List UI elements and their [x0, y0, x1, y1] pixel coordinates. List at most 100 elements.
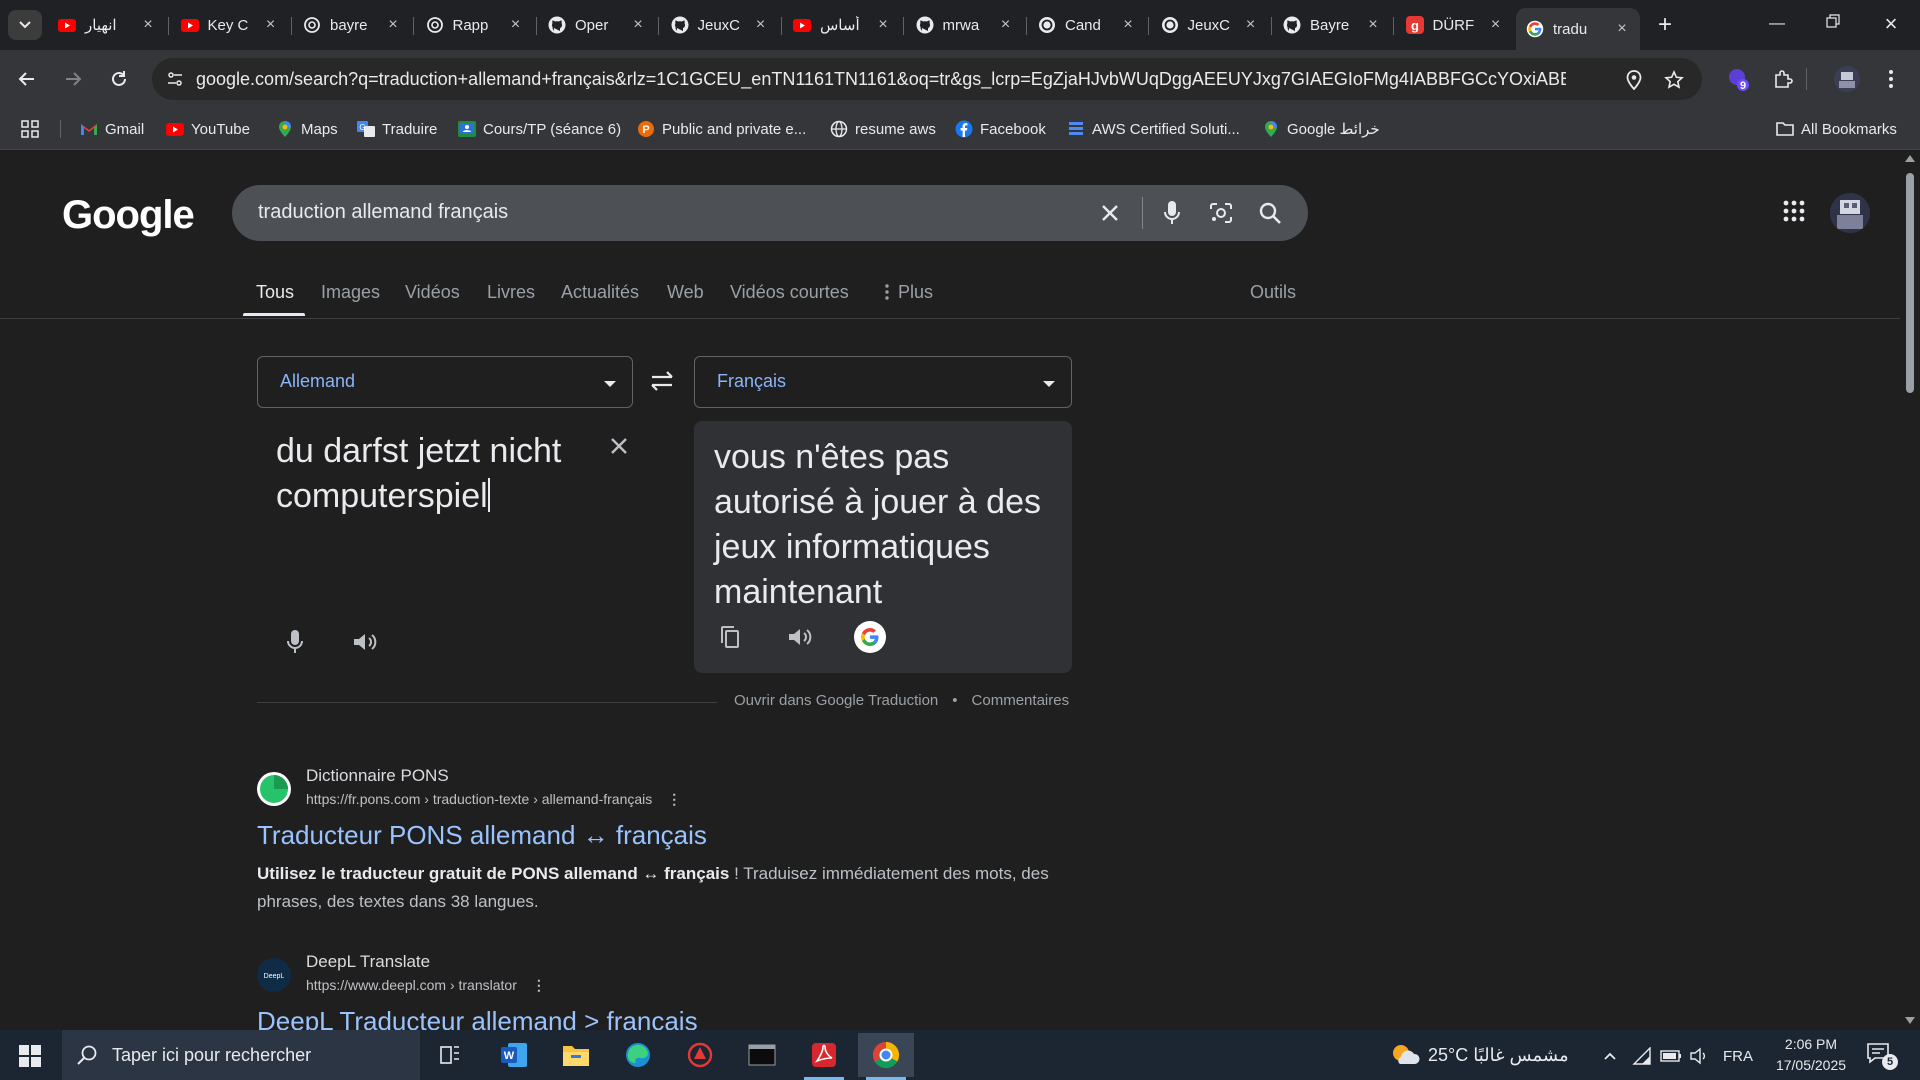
swap-languages-icon[interactable]	[648, 369, 678, 395]
bookmark-item[interactable]: Cours/TP (séance 6)	[458, 117, 621, 141]
profile-avatar[interactable]	[1832, 64, 1862, 94]
bookmark-item[interactable]: resume aws	[830, 117, 936, 141]
browser-tab[interactable]: g DÜRF ×	[1396, 9, 1514, 41]
close-tab-icon[interactable]: ×	[1120, 16, 1136, 34]
browser-tab[interactable]: أساس ×	[783, 9, 901, 41]
account-avatar[interactable]	[1830, 193, 1870, 233]
result-url[interactable]: https://www.deepl.com › translator ⋮	[306, 977, 549, 994]
close-tab-icon[interactable]: ×	[263, 16, 279, 34]
system-clock[interactable]: 2:06 PM 17/05/2025	[1766, 1034, 1856, 1076]
browser-tab[interactable]: Bayre ×	[1273, 9, 1391, 41]
wifi-icon[interactable]	[1630, 1045, 1654, 1067]
word-app-icon[interactable]: W	[486, 1033, 542, 1077]
file-explorer-icon[interactable]	[548, 1033, 604, 1077]
close-tab-icon[interactable]: ×	[1365, 16, 1381, 34]
clear-source-icon[interactable]	[608, 435, 636, 463]
back-button[interactable]	[12, 64, 42, 94]
result-more-icon[interactable]: ⋮	[664, 791, 684, 808]
result-url[interactable]: https://fr.pons.com › traduction-texte ›…	[306, 791, 684, 808]
tab-livres[interactable]: Livres	[487, 282, 535, 303]
tab-videos[interactable]: Vidéos	[405, 282, 460, 303]
browser-tab[interactable]: Oper ×	[538, 9, 656, 41]
tab-actualites[interactable]: Actualités	[561, 282, 639, 303]
taskbar-search-box[interactable]: Taper ici pour rechercher	[62, 1030, 420, 1080]
source-listen-icon[interactable]	[350, 627, 380, 657]
close-tab-icon[interactable]: ×	[508, 16, 524, 34]
source-mic-icon[interactable]	[280, 627, 310, 657]
scroll-thumb[interactable]	[1906, 173, 1914, 393]
chrome-menu-icon[interactable]	[1876, 64, 1906, 94]
browser-tab[interactable]: Key C ×	[171, 9, 289, 41]
close-tab-icon[interactable]: ×	[1488, 16, 1504, 34]
browser-tab[interactable]: Rapp ×	[416, 9, 534, 41]
google-logo[interactable]: Google	[62, 193, 195, 238]
tools-button[interactable]: Outils	[1250, 282, 1296, 303]
forward-button[interactable]	[58, 64, 88, 94]
result-site-name[interactable]: DeepL Translate	[306, 952, 430, 972]
search-input[interactable]: traduction allemand français	[258, 201, 508, 224]
browser-tab[interactable]: tradu ×	[1516, 8, 1640, 50]
target-language-select[interactable]: Français	[694, 356, 1072, 408]
location-pin-icon[interactable]	[1622, 68, 1646, 92]
source-text-input[interactable]: du darfst jetzt nicht computerspiel	[276, 429, 606, 519]
input-language-indicator[interactable]: FRA	[1718, 1045, 1758, 1067]
tab-videos-courtes[interactable]: Vidéos courtes	[730, 282, 849, 303]
extensions-puzzle-icon[interactable]	[1768, 64, 1798, 94]
close-tab-icon[interactable]: ×	[630, 16, 646, 34]
restore-button[interactable]	[1810, 6, 1856, 42]
all-bookmarks-button[interactable]: All Bookmarks	[1776, 117, 1897, 141]
tab-web[interactable]: Web	[667, 282, 704, 303]
bookmark-item[interactable]: AWS Certified Soluti...	[1067, 117, 1240, 141]
close-tab-icon[interactable]: ×	[385, 16, 401, 34]
result-title-link[interactable]: DeepL Traducteur allemand > français	[257, 1006, 698, 1030]
bookmark-item[interactable]: G Traduire	[357, 117, 437, 141]
close-tab-icon[interactable]: ×	[753, 16, 769, 34]
scroll-down-arrow[interactable]	[1905, 1017, 1915, 1024]
tray-chevron-up-icon[interactable]	[1598, 1045, 1622, 1067]
scroll-up-arrow[interactable]	[1905, 155, 1915, 162]
copy-icon[interactable]	[714, 621, 746, 653]
terminal-app-icon[interactable]	[734, 1033, 790, 1077]
chrome-app-icon[interactable]	[858, 1033, 914, 1080]
bookmark-item[interactable]: Google خرائط	[1262, 117, 1380, 141]
result-title-link[interactable]: Traducteur PONS allemand ↔ français	[257, 820, 707, 851]
close-tab-icon[interactable]: ×	[1614, 20, 1630, 38]
weather-widget[interactable]: 25°C مشمس غالبًا	[1390, 1042, 1569, 1068]
close-window-button[interactable]: ×	[1868, 6, 1914, 42]
browser-tab[interactable]: bayre ×	[293, 9, 411, 41]
close-tab-icon[interactable]: ×	[1243, 16, 1259, 34]
search-submit-icon[interactable]	[1256, 199, 1284, 227]
browser-tab[interactable]: JeuxC ×	[1151, 9, 1269, 41]
browser-tab[interactable]: انهيار ×	[48, 9, 166, 41]
browser-tab[interactable]: JeuxC ×	[661, 9, 779, 41]
acrobat-app-icon[interactable]	[796, 1033, 852, 1080]
reload-button[interactable]	[104, 64, 134, 94]
lens-search-icon[interactable]	[1207, 199, 1235, 227]
bookmark-item[interactable]: Facebook	[955, 117, 1046, 141]
bookmark-item[interactable]: YouTube	[166, 117, 250, 141]
address-bar[interactable]: google.com/search?q=traduction+allemand+…	[152, 58, 1702, 100]
volume-icon[interactable]	[1688, 1045, 1712, 1067]
tab-images[interactable]: Images	[321, 282, 380, 303]
result-site-name[interactable]: Dictionnaire PONS	[306, 766, 449, 786]
search-box[interactable]: traduction allemand français	[232, 185, 1308, 241]
bookmark-star-icon[interactable]	[1662, 68, 1686, 92]
apps-grid-icon[interactable]	[20, 117, 40, 141]
voice-search-icon[interactable]	[1158, 199, 1186, 227]
source-language-select[interactable]: Allemand	[257, 356, 633, 408]
tab-tous[interactable]: Tous	[256, 282, 294, 303]
notifications-icon[interactable]: 5	[1866, 1042, 1898, 1070]
open-in-translate-link[interactable]: Ouvrir dans Google Traduction	[734, 692, 938, 709]
browser-tab[interactable]: mrwa ×	[906, 9, 1024, 41]
minimize-button[interactable]: —	[1754, 6, 1800, 42]
site-info-icon[interactable]	[162, 66, 188, 92]
clear-search-icon[interactable]	[1096, 199, 1124, 227]
page-scrollbar[interactable]	[1900, 151, 1920, 1030]
target-listen-icon[interactable]	[784, 621, 816, 653]
edge-browser-icon[interactable]	[610, 1033, 666, 1077]
feedback-link[interactable]: Commentaires	[972, 692, 1070, 709]
new-tab-button[interactable]: +	[1650, 10, 1680, 40]
google-apps-icon[interactable]	[1782, 199, 1810, 227]
tab-search-button[interactable]	[8, 10, 42, 40]
close-tab-icon[interactable]: ×	[998, 16, 1014, 34]
